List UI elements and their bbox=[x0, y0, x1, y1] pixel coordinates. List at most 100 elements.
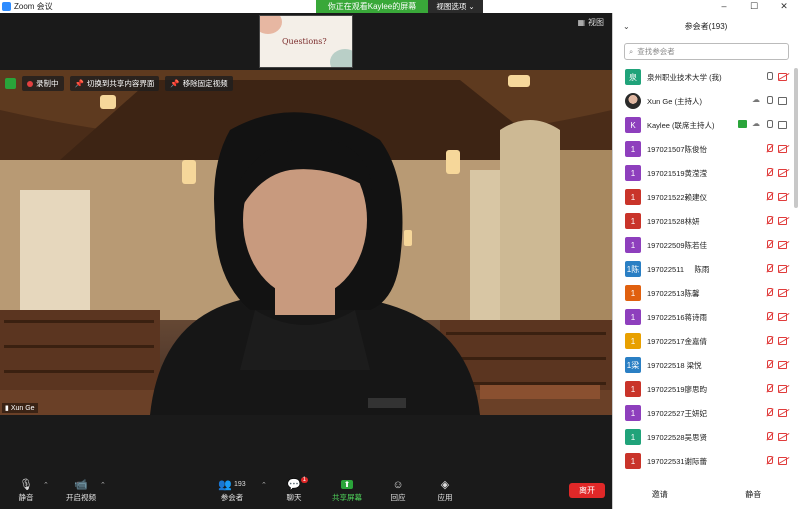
minimize-button[interactable]: – bbox=[709, 0, 739, 13]
participant-name: 197022513陈馨 bbox=[647, 288, 700, 298]
participants-options-caret[interactable]: ⌃ bbox=[261, 481, 267, 489]
participant-status-icons bbox=[765, 312, 789, 321]
invite-button[interactable]: 邀请 bbox=[646, 487, 674, 502]
participant-status-icons bbox=[765, 264, 789, 273]
shared-slide-thumbnail[interactable]: Questions? bbox=[259, 15, 353, 68]
mute-all-button[interactable]: 静音 bbox=[739, 487, 767, 502]
app-title-area: Zoom 会议 bbox=[0, 1, 53, 12]
microphone-icon bbox=[765, 72, 773, 81]
camera-off-icon bbox=[778, 432, 789, 441]
participant-name: 197022516蒋诗雨 bbox=[647, 312, 708, 322]
signal-icon: ▮ bbox=[5, 405, 9, 412]
participant-row[interactable]: 1 197022519廖思昀 bbox=[613, 377, 793, 401]
participant-row[interactable]: 1 197022517金嘉倩 bbox=[613, 329, 793, 353]
participant-row[interactable]: 1 197022513陈馨 bbox=[613, 281, 793, 305]
participant-row[interactable]: 1 197021522赖建仪 bbox=[613, 185, 793, 209]
participant-row[interactable]: 1 197022516蒋诗雨 bbox=[613, 305, 793, 329]
participants-button[interactable]: 👥 193 参会者 bbox=[212, 477, 252, 503]
microphone-off-icon bbox=[765, 240, 773, 249]
panel-scrollbar[interactable] bbox=[794, 68, 798, 208]
audio-options-caret[interactable]: ⌃ bbox=[43, 481, 49, 489]
participant-row[interactable]: 1梁 197022518 梁悦 bbox=[613, 353, 793, 377]
participant-name: Kaylee (联席主持人) bbox=[647, 120, 715, 130]
participant-name: 197022509陈若佳 bbox=[647, 240, 708, 250]
participant-name: 197022518 梁悦 bbox=[647, 360, 702, 370]
participant-name: 197022528吴思贤 bbox=[647, 432, 708, 442]
participant-search-input[interactable]: ⌕ 查找参会者 bbox=[624, 43, 789, 60]
view-button[interactable]: ▦ 视图 bbox=[577, 17, 604, 28]
video-frame-image bbox=[0, 70, 612, 415]
grid-icon: ▦ bbox=[577, 18, 585, 27]
participant-row[interactable]: 1 197022509陈若佳 bbox=[613, 233, 793, 257]
share-screen-icon bbox=[738, 120, 747, 128]
app-title: Zoom 会议 bbox=[14, 2, 53, 11]
panel-header: ⌄ 参会者(193) bbox=[613, 13, 799, 39]
emoji-icon: ☺ bbox=[392, 478, 404, 491]
switch-to-content-button[interactable]: 📌 切换到共享内容界面 bbox=[69, 76, 160, 91]
participant-row[interactable]: 1 197022528吴思贤 bbox=[613, 425, 793, 449]
start-video-button[interactable]: 📹 开启视频 bbox=[61, 477, 101, 503]
microphone-off-icon bbox=[765, 312, 773, 321]
maximize-button[interactable]: ☐ bbox=[739, 0, 769, 13]
view-label: 视图 bbox=[588, 18, 604, 27]
participant-row[interactable]: 1陈 197022511 陈雨 bbox=[613, 257, 793, 281]
cloud-record-icon: ☁ bbox=[752, 119, 760, 128]
reactions-label: 回应 bbox=[390, 493, 406, 502]
participant-row[interactable]: 1 197022527王妍妃 bbox=[613, 401, 793, 425]
participant-row[interactable]: 1 197021528林妍 bbox=[613, 209, 793, 233]
camera-off-icon bbox=[778, 312, 789, 321]
participant-row[interactable]: Xun Ge (主持人) ☁ bbox=[613, 89, 793, 113]
microphone-off-icon bbox=[765, 336, 773, 345]
participant-status-icons bbox=[765, 72, 789, 81]
microphone-off-icon bbox=[765, 384, 773, 393]
participant-status-icons bbox=[765, 192, 789, 201]
camera-icon bbox=[778, 96, 789, 105]
close-button[interactable]: ✕ bbox=[769, 0, 799, 13]
participant-status-icons bbox=[765, 288, 789, 297]
chat-icon: 💬 1 bbox=[287, 477, 308, 491]
avatar: 1 bbox=[625, 453, 641, 469]
share-screen-button[interactable]: ⬆ 共享屏幕 bbox=[326, 477, 368, 503]
participant-name: 197022527王妍妃 bbox=[647, 408, 708, 418]
microphone-off-icon bbox=[765, 264, 773, 273]
video-options-caret[interactable]: ⌃ bbox=[100, 481, 106, 489]
speaker-name-tag: ▮ Xun Ge bbox=[2, 403, 38, 413]
camera-off-icon bbox=[778, 144, 789, 153]
camera-off-icon bbox=[778, 336, 789, 345]
camera-off-icon bbox=[778, 288, 789, 297]
apps-label: 应用 bbox=[437, 493, 453, 502]
meeting-toolbar: 🎙 静音 ⌃ 📹 开启视频 ⌃ 👥 193 参会者 ⌃ 💬 1 聊天 ⬆ 共享屏幕 … bbox=[0, 475, 612, 509]
meeting-stage: ▦ 视图 Questions? 录制中 📌 切换到共享内容界面 📌 移除固定视频… bbox=[0, 13, 612, 475]
camera-off-icon bbox=[778, 384, 789, 393]
microphone-icon bbox=[765, 120, 773, 129]
participant-row[interactable]: 1 197021507陈俊怡 bbox=[613, 137, 793, 161]
mute-label: 静音 bbox=[18, 493, 34, 502]
share-screen-icon: ⬆ bbox=[326, 477, 368, 492]
leave-button[interactable]: 离开 bbox=[569, 483, 605, 498]
pin-icon: 📌 bbox=[170, 79, 180, 88]
shield-icon[interactable] bbox=[5, 78, 16, 89]
participant-row[interactable]: K Kaylee (联席主持人) ☁ bbox=[613, 113, 793, 137]
chevron-down-icon[interactable]: ⌄ bbox=[623, 22, 630, 31]
participant-row[interactable]: 1 197021519黄滢滢 bbox=[613, 161, 793, 185]
participants-panel: ⌄ 参会者(193) ⌕ 查找参会者 泉泉州职业技术大学 (我) Xun Ge (… bbox=[612, 13, 799, 509]
mute-button[interactable]: 🎙 静音 bbox=[6, 477, 46, 503]
unpin-video-button[interactable]: 📌 移除固定视频 bbox=[165, 76, 233, 91]
slide-text: Questions? bbox=[282, 37, 327, 46]
view-options-button[interactable]: 视图选项 ⌄ bbox=[428, 0, 483, 13]
zoom-logo-icon bbox=[2, 2, 11, 11]
avatar: 1 bbox=[625, 141, 641, 157]
camera-off-icon bbox=[778, 456, 789, 465]
participant-row[interactable]: 泉泉州职业技术大学 (我) bbox=[613, 65, 793, 89]
chat-button[interactable]: 💬 1 聊天 bbox=[274, 477, 314, 503]
participant-row[interactable]: 1 197022531谢际蕾 bbox=[613, 449, 793, 473]
pin-icon: 📌 bbox=[74, 79, 84, 88]
participant-status-icons: ☁ bbox=[752, 96, 789, 105]
speaker-video: 录制中 📌 切换到共享内容界面 📌 移除固定视频 ▮ Xun Ge bbox=[0, 70, 612, 415]
apps-button[interactable]: ◈ 应用 bbox=[425, 477, 465, 503]
participant-status-icons bbox=[765, 240, 789, 249]
reactions-button[interactable]: ☺ 回应 bbox=[378, 477, 418, 503]
participant-status-icons bbox=[765, 456, 789, 465]
record-dot-icon bbox=[27, 80, 33, 87]
recording-indicator[interactable]: 录制中 bbox=[22, 76, 64, 91]
